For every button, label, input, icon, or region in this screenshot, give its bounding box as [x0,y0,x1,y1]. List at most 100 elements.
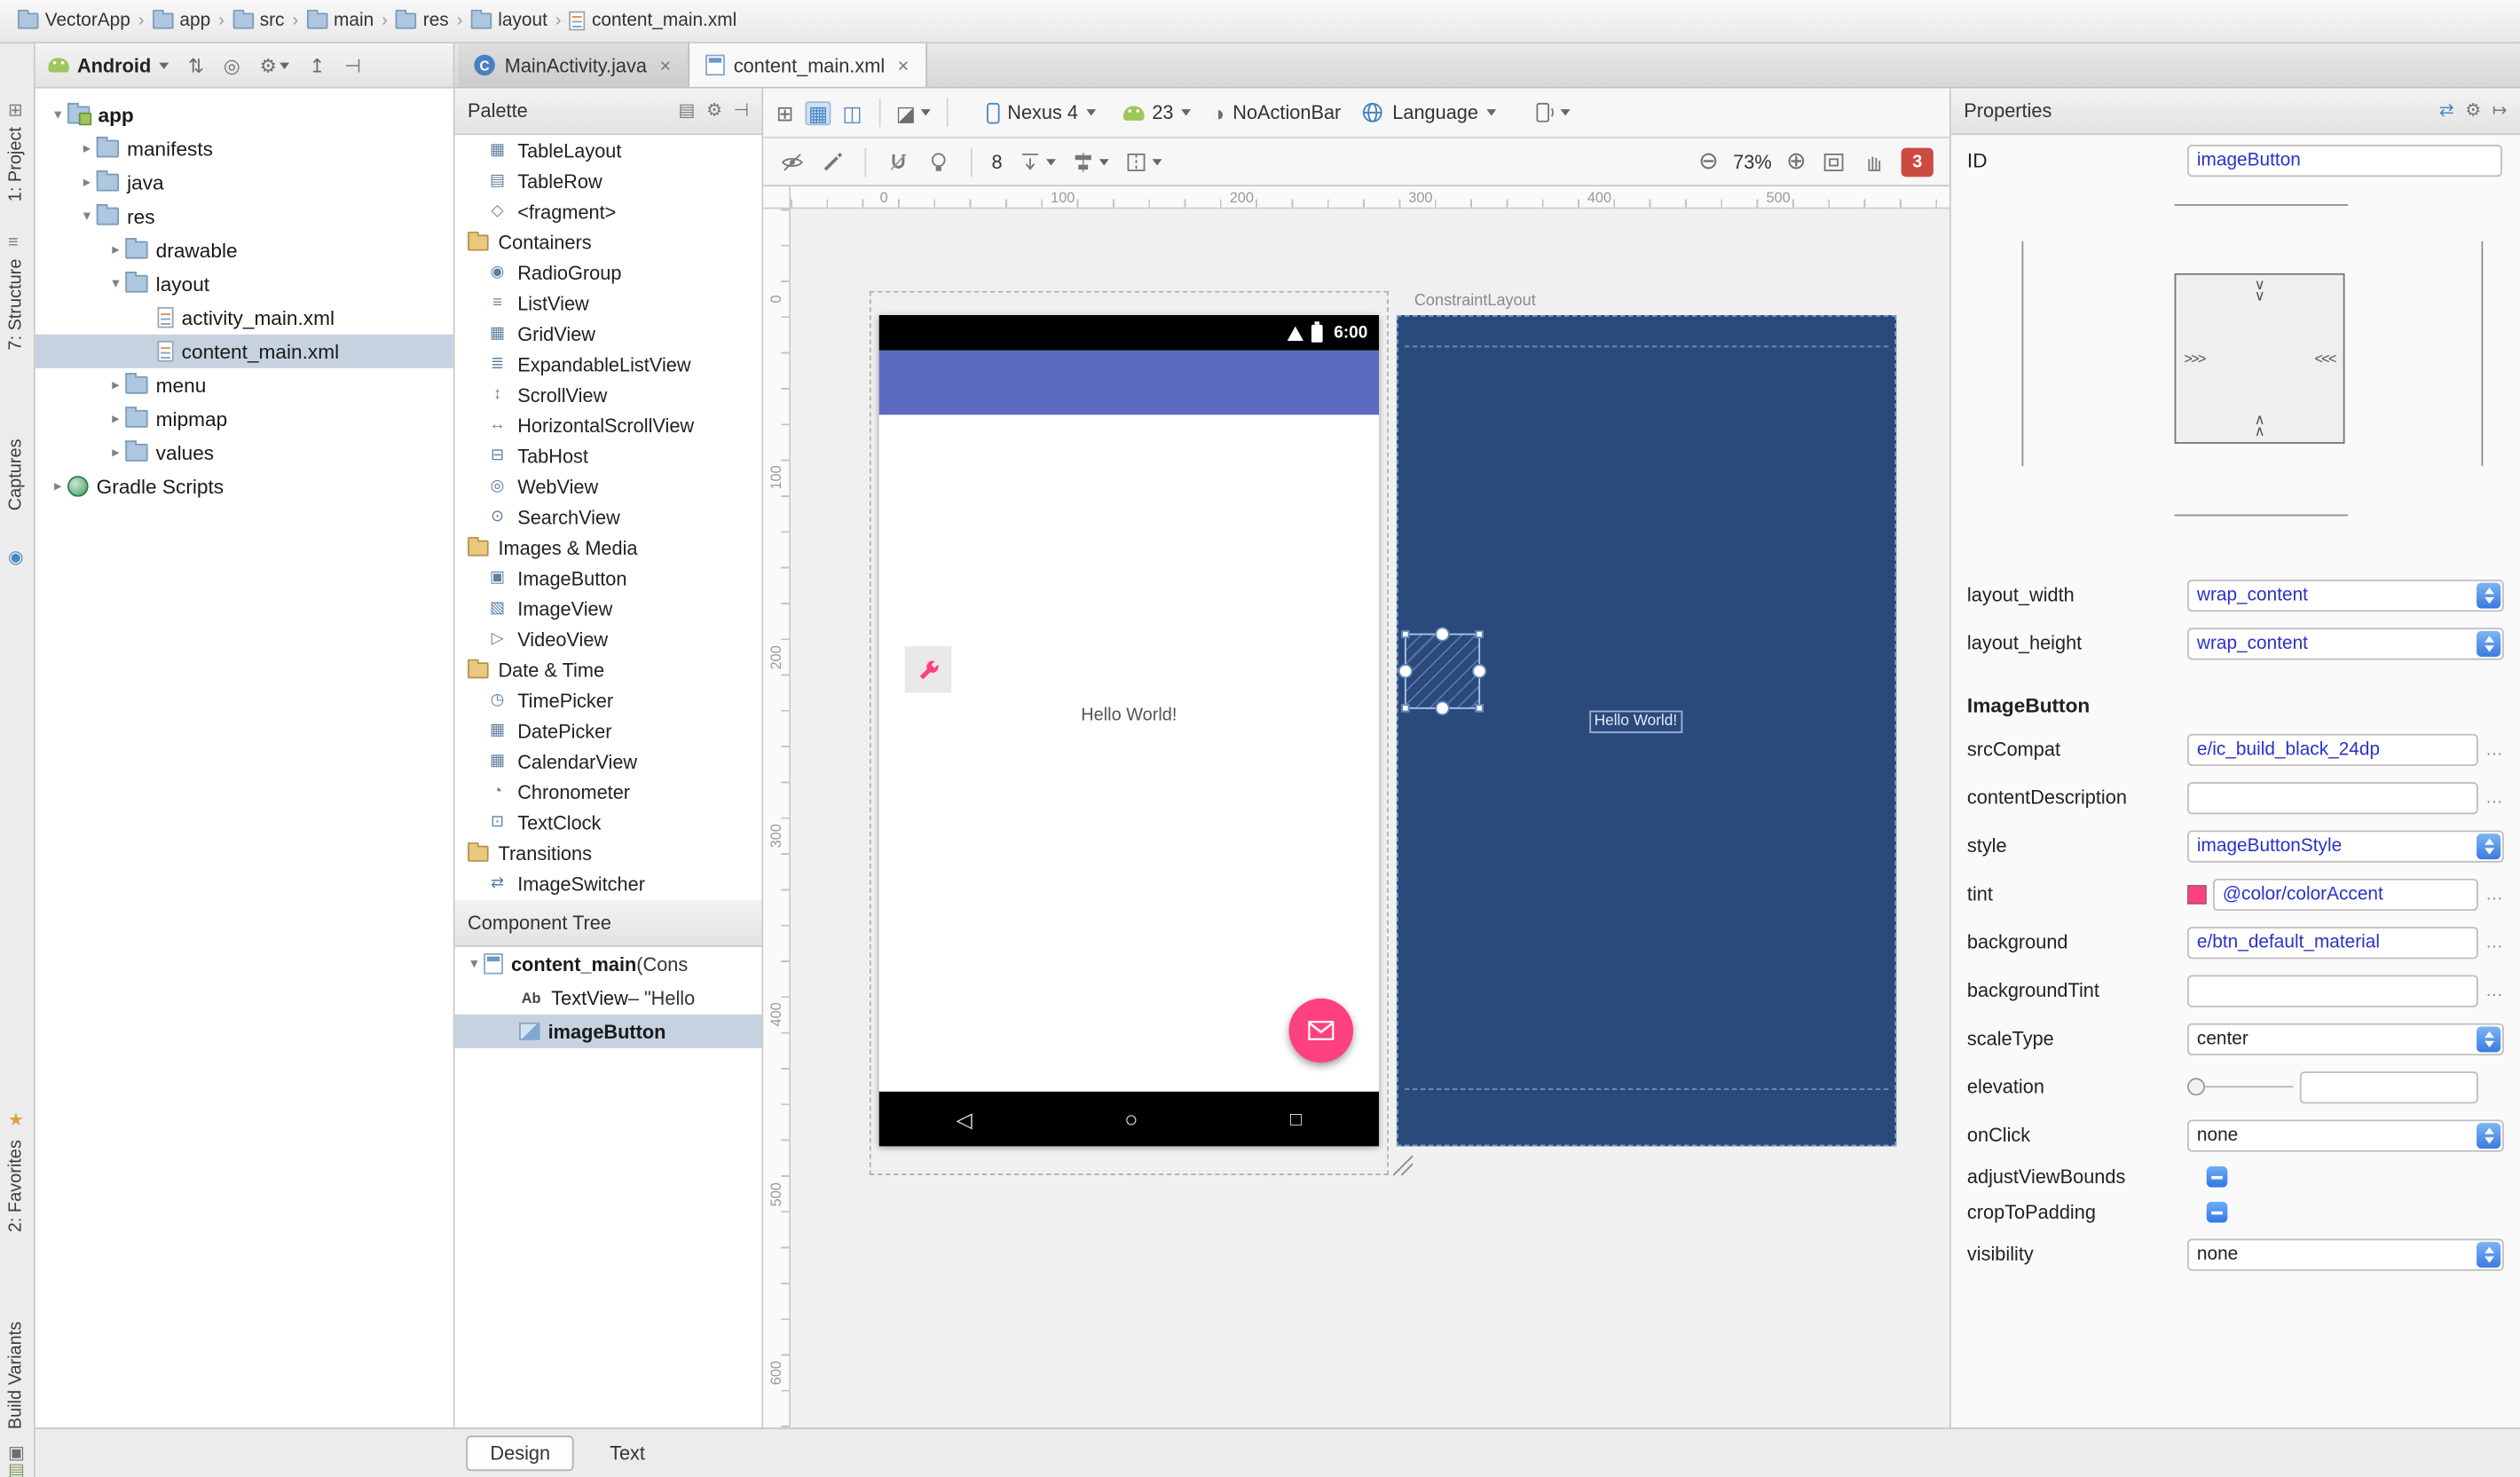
hide-panel-icon[interactable]: ⊣ [344,55,361,75]
device-selector[interactable]: Nexus 4 [986,101,1096,123]
constraint-anchor-bottom[interactable] [1435,700,1450,715]
dropdown-arrows-icon[interactable] [2477,1122,2501,1149]
more-button[interactable]: … [2485,787,2504,807]
prop-field-elevation[interactable] [2299,1070,2478,1103]
palette-item[interactable]: ◷ TimePicker [455,685,762,715]
error-count-badge[interactable]: 3 [1901,146,1933,177]
palette-item[interactable]: ↕ ScrollView [455,379,762,409]
palette-item[interactable]: ▤ TableRow [455,166,762,196]
locate-icon[interactable]: ◎ [224,55,240,75]
prop-field-contentDescription[interactable] [2187,781,2478,814]
constraint-anchor-right[interactable] [1472,664,1487,679]
project-tree-item[interactable]: ▸ values [35,436,453,470]
textview-hello-world[interactable]: Hello World! [879,706,1379,725]
design-canvas[interactable]: 6:00 Hello World! ◁ ○ □ ConstraintLayout… [791,209,1949,1428]
canvas-resize-grip[interactable] [1389,1151,1414,1177]
palette-item[interactable]: ▧ ImageView [455,593,762,623]
component-tree-item[interactable]: imageButton [454,1014,762,1048]
tree-arrow-icon[interactable]: ▾ [106,275,126,293]
more-button[interactable]: … [2485,981,2504,1000]
locale-selector[interactable]: Language [1362,101,1496,123]
tree-arrow-icon[interactable]: ▸ [106,376,126,394]
palette-category[interactable]: Images & Media [455,533,762,563]
prop-field-srcCompat[interactable]: e/ic_build_black_24dp [2187,732,2478,766]
project-tree-item[interactable]: ▾ layout [35,267,453,301]
imagebutton-widget[interactable] [904,646,952,693]
hide-panel-icon[interactable]: ↦ [2492,101,2508,120]
palette-item[interactable]: ≡ ListView [455,288,762,318]
project-tree-item[interactable]: content_main.xml [35,334,453,368]
project-tree-item[interactable]: ▾ res [35,200,453,233]
prop-combo-scaleType[interactable]: center [2187,1022,2504,1055]
default-margin-selector[interactable]: 8 [992,150,1003,172]
constraint-anchor-top[interactable] [1435,627,1450,642]
project-tree-item[interactable]: ▸ menu [35,368,453,402]
tree-arrow-icon[interactable]: ▸ [77,174,97,192]
palette-item[interactable]: ◔ Chronometer [455,777,762,807]
palette-item[interactable]: ⊟ TabHost [455,440,762,470]
project-view-selector[interactable]: Android [48,54,169,76]
palette-view-mode-icon[interactable]: ▤ [679,101,696,120]
palette-item[interactable]: ▣ ImageButton [455,563,762,593]
project-tree-item[interactable]: activity_main.xml [35,301,453,335]
prop-combo-layout_height[interactable]: wrap_content [2187,627,2504,660]
tab-text[interactable]: Text [587,1437,668,1469]
tree-arrow-icon[interactable]: ▸ [106,410,126,428]
palette-category[interactable]: Date & Time [455,654,762,684]
more-button[interactable]: … [2485,739,2504,759]
gear-icon[interactable]: ⚙ [2465,101,2481,120]
palette-item[interactable]: ⊙ SearchView [455,502,762,532]
breadcrumb-item[interactable]: src [227,8,288,34]
theme-selector[interactable]: ◑ NoActionBar [1212,101,1341,123]
prop-combo-visibility[interactable]: none [2187,1237,2504,1270]
selected-imagebutton[interactable] [1398,627,1487,715]
design-preview[interactable]: 6:00 Hello World! ◁ ○ □ [878,314,1380,1147]
elevation-slider[interactable] [2187,1070,2294,1103]
navigate-icon[interactable]: ⇅ [188,55,204,75]
project-tree-item[interactable]: ▸ drawable [35,233,453,267]
tree-arrow-icon[interactable]: ▸ [77,140,97,158]
constraint-inspector[interactable]: ∨ ∨ ∧ ∧ >>> <<< [1951,188,2520,571]
floating-action-button[interactable] [1288,998,1354,1063]
breadcrumb-item[interactable]: res [391,8,454,34]
resize-handle[interactable] [1475,704,1484,713]
blueprint-textview[interactable]: Hello World! [1589,710,1682,733]
breadcrumb-item[interactable]: main [302,8,379,34]
dropdown-arrows-icon[interactable] [2477,1025,2501,1052]
zoom-to-fit-icon[interactable] [1821,149,1847,175]
blueprint-preview[interactable]: Hello World! [1396,314,1897,1147]
palette-item[interactable]: ▦ GridView [455,319,762,349]
tool-window-button[interactable]: Build Variants [6,1322,26,1429]
project-tree-item[interactable]: ▸ java [35,166,453,200]
guideline-selector[interactable] [1122,149,1162,175]
more-button[interactable]: … [2485,884,2504,904]
dropdown-arrows-icon[interactable] [2477,1241,2501,1268]
breadcrumb-item[interactable]: layout [466,8,552,34]
prop-combo-style[interactable]: imageButtonStyle [2187,829,2504,862]
tool-window-button[interactable]: 2: Favorites [6,1140,26,1232]
autoconnect-icon[interactable] [886,149,911,175]
tree-arrow-icon[interactable]: ▸ [106,444,126,462]
tree-arrow-icon[interactable]: ▾ [464,955,484,973]
editor-tab-mainactivity[interactable]: C MainActivity.java × [458,43,689,87]
palette-item[interactable]: ⊡ TextClock [455,807,762,837]
editor-tab-content-main[interactable]: content_main.xml × [689,43,927,87]
orientation-selector[interactable] [1530,99,1571,125]
resize-handle[interactable] [1401,629,1410,639]
tool-window-button[interactable]: Captures [6,438,26,510]
toggle-toolwindows-icon[interactable]: ▣ [8,1443,25,1463]
close-icon[interactable]: × [659,54,671,76]
palette-item[interactable]: ▦ TableLayout [455,135,762,165]
zoom-out-button[interactable]: ⊖ [1698,149,1719,173]
tool-window-button[interactable]: 7: Structure [6,259,26,351]
tristate-checkbox[interactable] [2206,1201,2228,1223]
gear-icon[interactable]: ⚙ [706,101,722,120]
prop-field-background[interactable]: e/btn_default_material [2187,926,2478,959]
pan-icon[interactable] [1861,149,1886,175]
more-button[interactable]: … [2485,932,2504,952]
palette-item[interactable]: ◎ WebView [455,471,762,502]
project-tree-item[interactable]: ▾ app [35,98,453,131]
dropdown-arrows-icon[interactable] [2477,629,2501,656]
palette-item[interactable]: ▷ VideoView [455,624,762,654]
id-field[interactable]: imageButton [2187,145,2503,178]
